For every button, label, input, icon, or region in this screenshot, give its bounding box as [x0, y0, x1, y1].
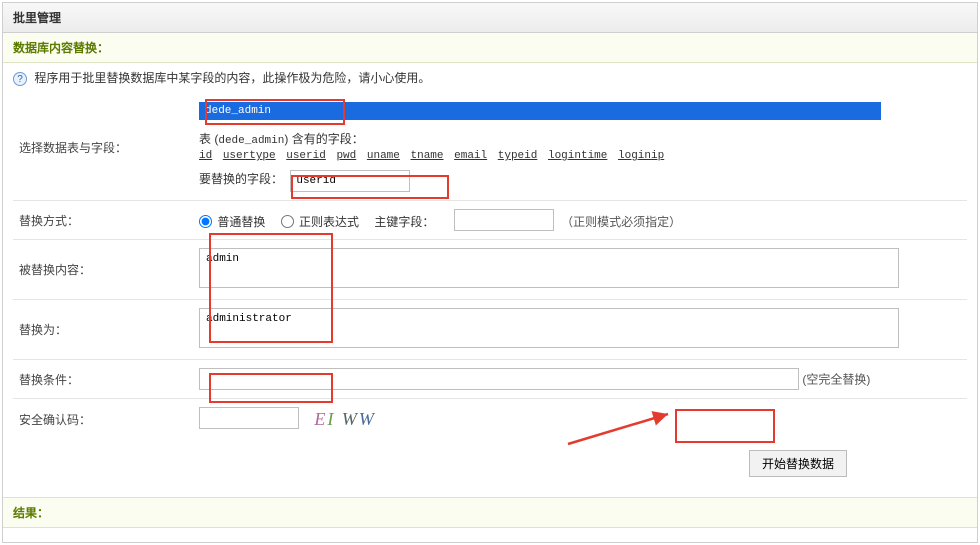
captcha-input[interactable]: [199, 407, 299, 429]
field-link[interactable]: usertype: [223, 150, 276, 162]
field-link[interactable]: typeid: [498, 150, 538, 162]
section-title-text: 数据库内容替换：: [13, 41, 109, 55]
form-table: 选择数据表与字段： dede_admin 表 (dede_admin) 含有的字…: [13, 94, 967, 440]
replaced-content-textarea[interactable]: [199, 248, 899, 288]
table-dropdown[interactable]: dede_admin: [199, 102, 881, 120]
submit-button[interactable]: 开始替换数据: [749, 450, 847, 477]
info-text: 程序用于批里替换数据库中某字段的内容，此操作极为危险，请小心使用。: [34, 71, 430, 85]
label-replace-mode: 替换方式：: [13, 201, 193, 240]
label-cond: 替换条件：: [13, 360, 193, 399]
cell-replace-mode: 普通替换 正则表达式 主键字段： （正则模式必须指定）: [193, 201, 967, 240]
cond-note: (空完全替换): [802, 373, 870, 387]
submit-row: 开始替换数据: [13, 440, 967, 487]
field-link[interactable]: id: [199, 150, 212, 162]
info-line: ? 程序用于批里替换数据库中某字段的内容，此操作极为危险，请小心使用。: [13, 69, 967, 86]
result-title: 结果：: [13, 506, 49, 520]
fieldlist: 表 (dede_admin) 含有的字段： id usertype userid…: [199, 130, 961, 162]
section-title: 数据库内容替换：: [3, 33, 977, 63]
field-to-replace-label: 要替换的字段：: [199, 172, 283, 186]
captcha-image[interactable]: EI WW: [310, 407, 380, 432]
pk-field-input[interactable]: [454, 209, 554, 231]
cond-input[interactable]: [199, 368, 799, 390]
radio-normal-label: 普通替换: [217, 215, 265, 229]
field-to-replace-row: 要替换的字段：: [199, 170, 961, 192]
panel: 批里管理 数据库内容替换： ? 程序用于批里替换数据库中某字段的内容，此操作极为…: [2, 2, 978, 543]
label-security: 安全确认码：: [13, 399, 193, 441]
cell-replace-to: [193, 300, 967, 360]
panel-title-text: 批里管理: [13, 11, 61, 25]
cell-security: EI WW: [193, 399, 967, 441]
label-replaced-content: 被替换内容：: [13, 240, 193, 300]
field-link[interactable]: pwd: [336, 150, 356, 162]
cell-select-table: dede_admin 表 (dede_admin) 含有的字段： id user…: [193, 94, 967, 201]
radio-normal[interactable]: [199, 215, 212, 228]
field-link[interactable]: email: [454, 150, 487, 162]
field-link[interactable]: loginip: [618, 150, 664, 162]
replace-to-textarea[interactable]: [199, 308, 899, 348]
radio-regex-label: 正则表达式: [299, 215, 359, 229]
cell-replaced-content: [193, 240, 967, 300]
label-select-table: 选择数据表与字段：: [13, 94, 193, 201]
fieldlist-fields: id usertype userid pwd uname tname email…: [199, 150, 668, 162]
result-bar: 结果：: [3, 497, 977, 528]
panel-title: 批里管理: [3, 3, 977, 33]
table-dropdown-selected[interactable]: dede_admin: [199, 102, 881, 120]
field-to-replace-input[interactable]: [290, 170, 410, 192]
field-link[interactable]: userid: [286, 150, 326, 162]
label-replace-to: 替换为：: [13, 300, 193, 360]
pk-label: 主键字段：: [374, 215, 434, 229]
field-link[interactable]: tname: [411, 150, 444, 162]
cell-cond: (空完全替换): [193, 360, 967, 399]
mode-note: （正则模式必须指定）: [561, 215, 681, 229]
form-content: ? 程序用于批里替换数据库中某字段的内容，此操作极为危险，请小心使用。 选择数据…: [3, 63, 977, 497]
radio-regex[interactable]: [281, 215, 294, 228]
field-link[interactable]: logintime: [548, 150, 607, 162]
help-icon: ?: [13, 72, 27, 86]
field-link[interactable]: uname: [367, 150, 400, 162]
